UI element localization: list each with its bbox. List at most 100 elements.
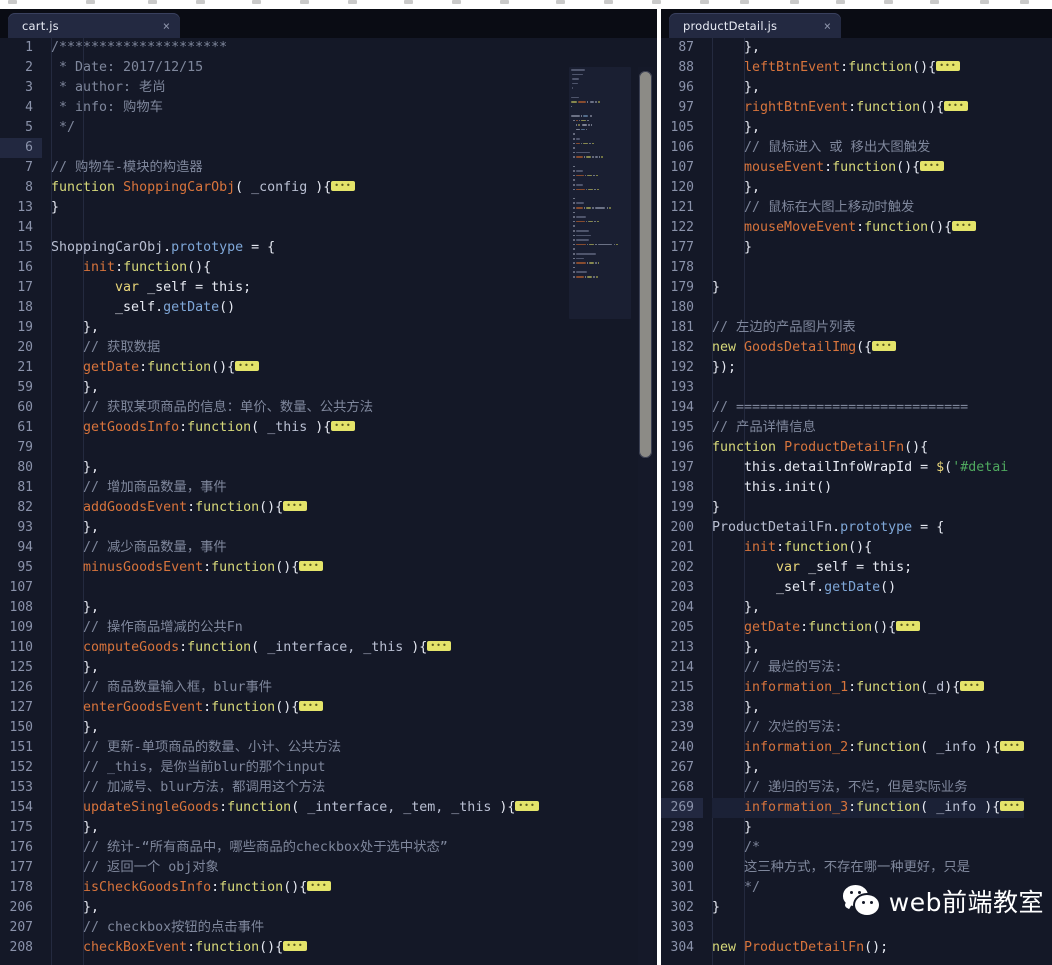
code-text: var _self = this; xyxy=(712,558,912,578)
code-text: // 商品数量输入框，blur事件 xyxy=(51,678,272,698)
line-number: 178 xyxy=(670,260,694,275)
folded-code-marker[interactable]: ••• xyxy=(299,701,323,711)
code-token: }, xyxy=(51,820,100,835)
close-icon[interactable]: × xyxy=(145,20,170,32)
minimap-line xyxy=(581,119,587,122)
code-line: 94 // 减少商品数量，事件 xyxy=(0,538,539,558)
code-text: } xyxy=(712,898,720,918)
code-text: addGoodsEvent:function(){••• xyxy=(51,498,307,518)
code-text: }, xyxy=(51,378,99,398)
minimap-line xyxy=(575,271,587,273)
gutter xyxy=(42,918,51,938)
toolbar-tick xyxy=(740,0,749,4)
code-text: getDate:function(){••• xyxy=(51,358,259,378)
minimap-line xyxy=(571,69,585,71)
code-token: ({ xyxy=(856,340,873,355)
code-text: _self.getDate() xyxy=(712,578,896,598)
line-number: 105 xyxy=(670,120,694,135)
scrollbar-thumb-left[interactable] xyxy=(639,71,652,458)
code-text: } xyxy=(51,198,59,218)
folded-code-marker[interactable]: ••• xyxy=(283,941,307,951)
code-text: // 获取数据 xyxy=(51,338,160,358)
minimap-line xyxy=(586,262,588,264)
line-number: 81 xyxy=(17,480,33,495)
minimap-line xyxy=(573,147,575,149)
close-icon[interactable]: × xyxy=(806,20,831,32)
folded-code-marker[interactable]: ••• xyxy=(331,181,355,191)
folded-code-marker[interactable]: ••• xyxy=(1000,741,1024,751)
code-text: // 鼠标进入 或 移出大图触发 xyxy=(712,138,930,158)
line-number: 152 xyxy=(9,760,33,775)
watermark-text: web前端教室 xyxy=(888,888,1044,917)
code-text: }, xyxy=(51,658,99,678)
folded-code-marker[interactable]: ••• xyxy=(515,801,539,811)
gutter xyxy=(703,558,712,578)
folded-code-marker[interactable]: ••• xyxy=(944,101,968,111)
code-line: 153 // 加减号、blur方法，都调用这个方法 xyxy=(0,778,539,798)
code-token: getDate xyxy=(83,360,140,375)
minimap-line xyxy=(575,188,585,191)
folded-code-marker[interactable]: ••• xyxy=(960,681,984,691)
minimap-line xyxy=(571,96,580,99)
code-token: * Date: 2017/12/15 xyxy=(51,60,204,75)
code-token: } xyxy=(712,500,721,515)
code-token: }, xyxy=(712,40,761,55)
gutter xyxy=(42,778,51,798)
line-number: 59 xyxy=(17,380,33,395)
gutter xyxy=(42,238,51,258)
code-text: */ xyxy=(712,878,760,898)
minimap-line xyxy=(575,262,586,264)
code-token: (){ xyxy=(928,220,953,235)
code-token: minusGoodsEvent xyxy=(83,560,204,575)
folded-code-marker[interactable]: ••• xyxy=(952,221,976,231)
folded-code-marker[interactable]: ••• xyxy=(331,421,355,431)
code-text: } xyxy=(712,498,720,518)
line-number: 196 xyxy=(670,440,694,455)
code-line: 199} xyxy=(661,498,1024,518)
editor-split-panes: cart.js × 1 /********************* 2 * Dat… xyxy=(0,9,1052,965)
folded-code-marker[interactable]: ••• xyxy=(920,161,944,171)
tab-cart-js[interactable]: cart.js × xyxy=(8,13,180,38)
gutter xyxy=(703,598,712,618)
code-line: 299 /* xyxy=(661,838,1024,858)
folded-code-marker[interactable]: ••• xyxy=(1000,801,1024,811)
minimap-line xyxy=(573,165,575,168)
folded-code-marker[interactable]: ••• xyxy=(235,361,259,371)
code-token: ){ xyxy=(976,740,1001,755)
gutter xyxy=(42,378,51,398)
line-number: 303 xyxy=(670,920,694,935)
code-token: */ xyxy=(51,120,76,135)
code-line: 79 xyxy=(0,438,539,458)
line-number: 96 xyxy=(678,80,694,95)
minimap-left[interactable] xyxy=(569,67,631,467)
code-token: : xyxy=(840,60,849,75)
folded-code-marker[interactable]: ••• xyxy=(299,561,323,571)
tab-productdetail-js[interactable]: productDetail.js × xyxy=(669,13,841,38)
code-token: : xyxy=(187,940,196,955)
folded-code-marker[interactable]: ••• xyxy=(872,341,896,351)
minimap-line xyxy=(575,124,578,126)
gutter xyxy=(42,298,51,318)
line-number: 126 xyxy=(9,680,33,695)
folded-code-marker[interactable]: ••• xyxy=(936,61,960,71)
code-token: }, xyxy=(712,120,761,135)
gutter xyxy=(42,858,51,878)
code-token: ProductDetailFn xyxy=(784,440,905,455)
folded-code-marker[interactable]: ••• xyxy=(283,501,307,511)
code-token: ){ xyxy=(976,800,1001,815)
code-editor-right[interactable]: 87 }, 88 leftBtnEvent:function(){••• 96 },… xyxy=(661,38,1052,965)
code-token: ( xyxy=(920,680,929,695)
code-line: 110 computeGoods:function( _interface, _… xyxy=(0,638,539,658)
minimap-line xyxy=(594,188,596,191)
code-editor-left[interactable]: 1 /********************* 2 * Date: 2017/12… xyxy=(0,38,657,965)
folded-code-marker[interactable]: ••• xyxy=(896,621,920,631)
folded-code-marker[interactable]: ••• xyxy=(307,881,331,891)
folded-code-marker[interactable]: ••• xyxy=(427,641,451,651)
code-line: 60 // 获取某项商品的信息：单价、数量、公共方法 xyxy=(0,398,539,418)
